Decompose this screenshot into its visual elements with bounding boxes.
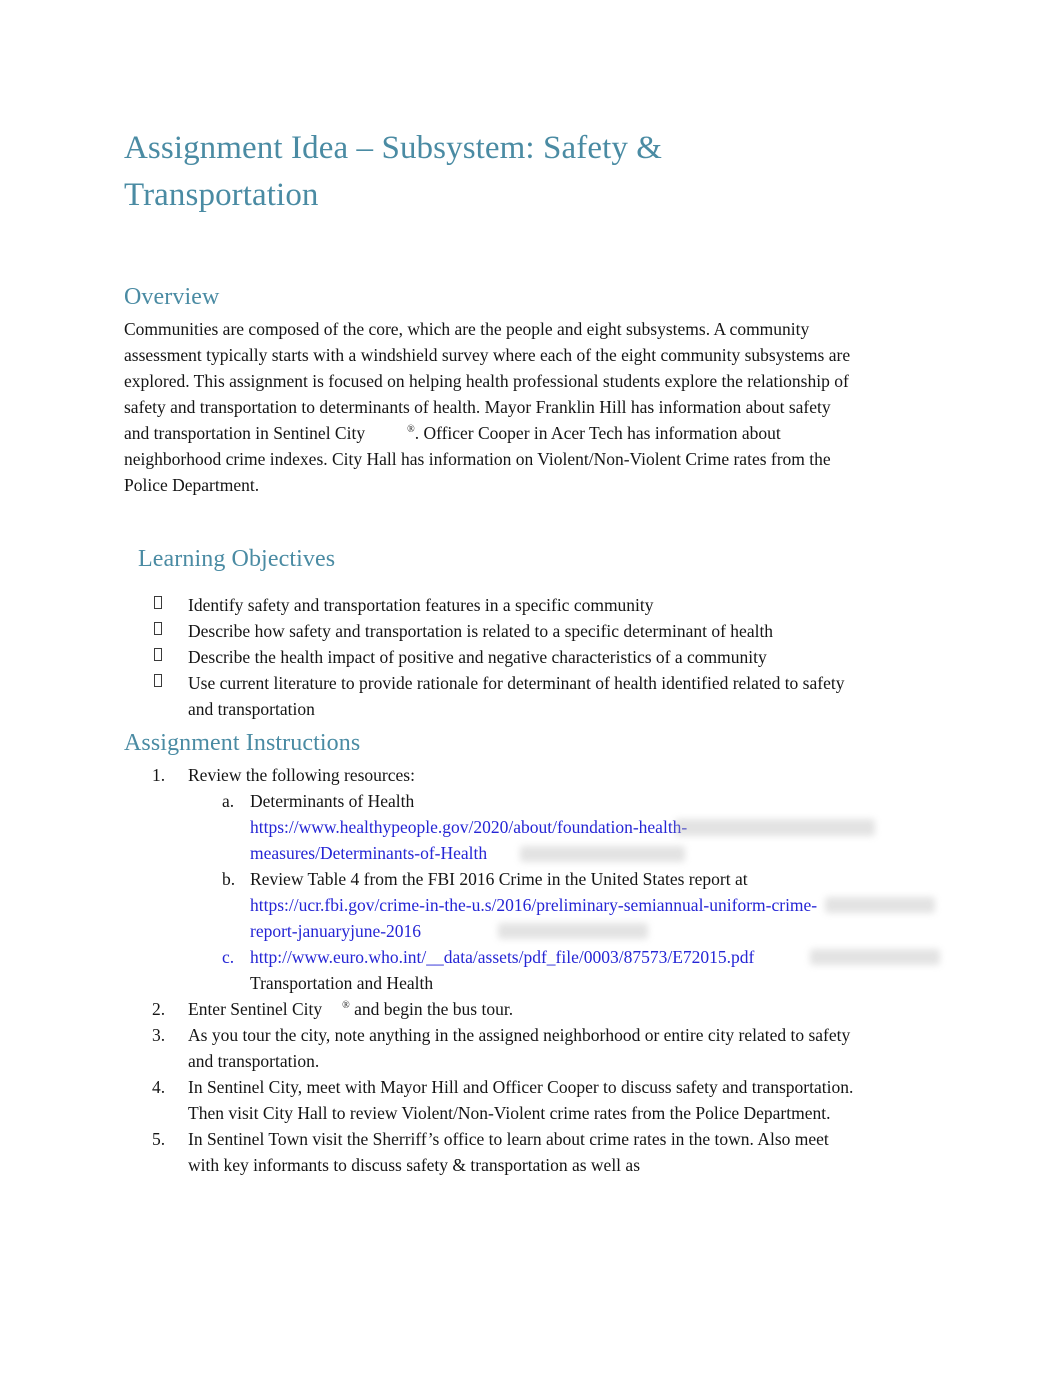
resources-sublist: a. Determinants of Health https://www.he…	[188, 788, 940, 996]
link-wrapper: https://ucr.fbi.gov/crime-in-the-u.s/201…	[250, 892, 935, 944]
list-item-label: Review the following resources:	[188, 765, 415, 785]
overview-paragraph: Communities are composed of the core, wh…	[124, 316, 854, 498]
learning-objectives-list: Identify safety and transportation featu…	[124, 592, 854, 722]
tofu-box-bullet-icon	[154, 674, 162, 687]
link-fbi-crime-report[interactable]: https://ucr.fbi.gov/crime-in-the-u.s/201…	[250, 895, 817, 941]
page-title: Assignment Idea – Subsystem: Safety & Tr…	[124, 130, 663, 213]
tofu-box-bullet-icon	[154, 596, 162, 609]
list-item: c. http://www.euro.who.int/__data/assets…	[188, 944, 940, 996]
list-item-label: Review Table 4 from the FBI 2016 Crime i…	[250, 869, 748, 889]
list-marker: 1.	[152, 765, 166, 785]
list-item-label: In Sentinel City, meet with Mayor Hill a…	[188, 1077, 854, 1123]
list-item-label: Describe the health impact of positive a…	[188, 647, 767, 667]
document-page: Assignment Idea – Subsystem: Safety & Tr…	[0, 0, 1062, 1377]
list-item: 5. In Sentinel Town visit the Sherriff’s…	[124, 1126, 854, 1178]
list-item: Describe the health impact of positive a…	[124, 644, 854, 670]
list-item: 1. Review the following resources: a. De…	[124, 762, 940, 996]
list-item-label: Describe how safety and transportation i…	[188, 621, 774, 641]
list-item: 2. Enter Sentinel City ® and begin the bu…	[124, 996, 854, 1022]
list-item: 4. In Sentinel City, meet with Mayor Hil…	[124, 1074, 854, 1126]
list-item-label: Use current literature to provide ration…	[188, 673, 845, 719]
link-determinants-of-health[interactable]: https://www.healthypeople.gov/2020/about…	[250, 817, 687, 863]
blur-artifact	[810, 949, 940, 965]
link-who-transportation-health-pdf[interactable]: http://www.euro.who.int/__data/assets/pd…	[250, 947, 754, 967]
registered-trademark-icon: ®	[407, 424, 415, 436]
blur-artifact	[498, 923, 648, 939]
list-item-label: Determinants of Health	[250, 791, 415, 811]
list-marker: b.	[222, 869, 236, 889]
list-item: Describe how safety and transportation i…	[124, 618, 854, 644]
link-wrapper: http://www.euro.who.int/__data/assets/pd…	[250, 944, 940, 970]
list-marker: c.	[222, 947, 235, 967]
document-content: Assignment Idea – Subsystem: Safety & Tr…	[124, 125, 940, 1178]
list-item-label: As you tour the city, note anything in t…	[188, 1025, 851, 1071]
list-item: a. Determinants of Health https://www.he…	[188, 788, 875, 866]
list-item-label-suffix: and begin the bus tour.	[354, 999, 514, 1019]
list-marker: a.	[222, 791, 235, 811]
blur-artifact	[825, 897, 935, 913]
list-marker: 2.	[152, 999, 166, 1019]
blur-artifact	[675, 819, 875, 836]
link-caption: Transportation and Health	[250, 973, 434, 993]
registered-trademark-icon: ®	[342, 1000, 350, 1012]
section-heading-assignment-instructions: Assignment Instructions	[124, 730, 361, 756]
section-heading-overview: Overview	[124, 284, 220, 310]
tofu-box-bullet-icon	[154, 622, 162, 635]
assignment-instructions-list: 1. Review the following resources: a. De…	[124, 762, 940, 1178]
link-wrapper: https://www.healthypeople.gov/2020/about…	[250, 814, 875, 866]
blur-artifact	[520, 846, 685, 862]
list-item-label: In Sentinel Town visit the Sherriff’s of…	[188, 1129, 829, 1175]
list-item: 3. As you tour the city, note anything i…	[124, 1022, 854, 1074]
list-item: Identify safety and transportation featu…	[124, 592, 854, 618]
list-marker: 5.	[152, 1129, 166, 1149]
list-item-label: Identify safety and transportation featu…	[188, 595, 654, 615]
list-item-label: Enter Sentinel City	[188, 999, 323, 1019]
list-item: b. Review Table 4 from the FBI 2016 Crim…	[188, 866, 935, 944]
list-marker: 3.	[152, 1025, 166, 1045]
list-marker: 4.	[152, 1077, 166, 1097]
section-heading-learning-objectives: Learning Objectives	[138, 546, 336, 572]
list-item: Use current literature to provide ration…	[124, 670, 854, 722]
tofu-box-bullet-icon	[154, 648, 162, 661]
